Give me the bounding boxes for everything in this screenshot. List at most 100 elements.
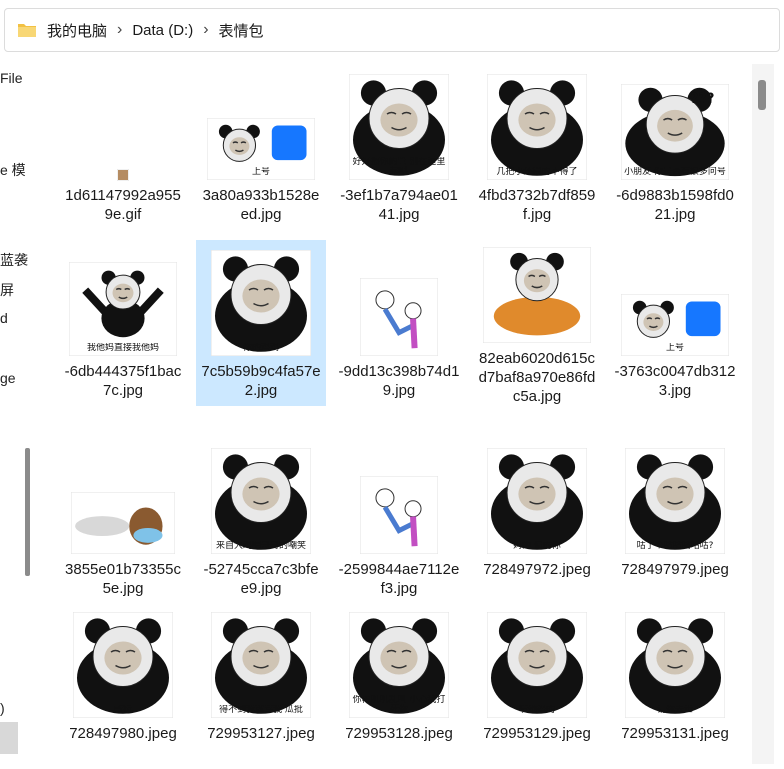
- file-name: 1d61147992a9559e.gif: [65, 187, 181, 223]
- file-name: 729953128.jpeg: [345, 725, 453, 742]
- file-name: 3855e01b73355c5e.jpg: [65, 561, 181, 597]
- image-thumbnail: 妈的 惯的你: [486, 447, 588, 555]
- image-thumbnail: 咕了个咕咕咕咕咕?: [624, 447, 726, 555]
- file-name: -2599844ae7112ef3.jpg: [338, 561, 460, 597]
- file-item[interactable]: 来自大鸡吧哥哥的嘲笑 -52745cca7c3bfee9.jpg: [196, 438, 326, 604]
- file-item[interactable]: -2599844ae7112ef3.jpg: [334, 438, 464, 604]
- thumbnail-frame: 好好擦你的管 别在这里起哄: [334, 64, 464, 181]
- thumbnail-frame: 几把小还拽的不得了: [472, 64, 602, 181]
- thumbnail-caption: 几把小还拽的不得了: [496, 167, 578, 177]
- thumbnail-frame: [58, 438, 188, 555]
- thumbnail-image: [486, 611, 588, 719]
- file-name: -6db444375f1bac7c.jpg: [64, 363, 182, 399]
- thumbnail-frame: 上号: [610, 240, 740, 357]
- file-name: 729953131.jpeg: [621, 725, 729, 742]
- image-thumbnail: 上号: [206, 117, 316, 181]
- file-item[interactable]: 3855e01b73355c5e.jpg: [58, 438, 188, 604]
- breadcrumb-current-folder[interactable]: 表情包: [219, 20, 264, 41]
- file-item[interactable]: 上号 -3763c0047db3123.jpg: [610, 240, 740, 406]
- thumbnail-image: [210, 611, 312, 719]
- thumbnail-image: [116, 168, 130, 182]
- file-name: -3ef1b7a794ae0141.jpg: [340, 187, 458, 223]
- thumbnail-frame: [334, 438, 464, 555]
- file-item[interactable]: 上号 3a80a933b1528eed.jpg: [196, 64, 326, 230]
- vertical-scrollbar[interactable]: [752, 64, 774, 764]
- thumbnail-caption: 咕了个咕咕咕咕咕?: [636, 541, 714, 551]
- nav-item-label[interactable]: d: [0, 310, 8, 326]
- nav-item-label[interactable]: ge: [0, 370, 16, 386]
- nav-item-label[interactable]: 屏: [0, 280, 14, 300]
- file-item[interactable]: 你再叽叽乱叫 小心我打死你 729953128.jpeg: [334, 602, 464, 768]
- chevron-right-icon[interactable]: ›: [203, 21, 208, 39]
- file-item[interactable]: 1d61147992a9559e.gif: [58, 64, 188, 230]
- thumbnail-caption: 你的鸡鸡: [242, 343, 279, 353]
- file-item[interactable]: 咕了个咕咕咕咕咕? 728497979.jpeg: [610, 438, 740, 604]
- thumbnail-image: [70, 491, 176, 555]
- file-item[interactable]: 几把小还拽的不得了 4fbd3732b7df859f.jpg: [472, 64, 602, 230]
- file-item[interactable]: 得不到我就骂我 瓜批 729953127.jpeg: [196, 602, 326, 768]
- file-item[interactable]: 请你去世 729953131.jpeg: [610, 602, 740, 768]
- thumbnail-image: ???: [620, 83, 730, 181]
- thumbnail-frame: 敷衍: [58, 602, 188, 719]
- file-name: 728497979.jpeg: [621, 561, 729, 578]
- nav-item-label[interactable]: ): [0, 700, 5, 716]
- thumbnail-caption: 妈的 惯的你: [513, 541, 561, 551]
- file-name: 3a80a933b1528eed.jpg: [202, 187, 320, 223]
- file-item[interactable]: 我他妈直接我他妈 -6db444375f1bac7c.jpg: [58, 240, 188, 406]
- nav-item-label[interactable]: e 模: [0, 160, 26, 180]
- thumbnail-frame: [58, 64, 188, 182]
- scrollbar-thumb[interactable]: [758, 80, 766, 110]
- thumbnail-image: [486, 447, 588, 555]
- thumbnail-caption: 小朋友 你是否有很多问号: [624, 167, 726, 177]
- image-thumbnail: 你的鸡鸡: [210, 249, 312, 357]
- nav-item-label[interactable]: File: [0, 70, 23, 86]
- thumbnail-frame: 你再叽叽乱叫 小心我打死你: [334, 602, 464, 719]
- file-item[interactable]: ??? 小朋友 你是否有很多问号 -6d9883b1598fd021.jpg: [610, 64, 740, 230]
- address-bar[interactable]: 我的电脑 › Data (D:) › 表情包: [4, 8, 780, 52]
- thumbnail-frame: 咦他妈的: [472, 602, 602, 719]
- thumbnail-caption: 我他妈直接我他妈: [86, 343, 159, 353]
- breadcrumb-data-drive[interactable]: Data (D:): [132, 22, 193, 39]
- file-item[interactable]: 你的鸡鸡 7c5b59b9c4fa57e2.jpg: [196, 240, 326, 406]
- image-thumbnail: 来自大鸡吧哥哥的嘲笑: [210, 447, 312, 555]
- image-thumbnail: 敷衍: [72, 611, 174, 719]
- nav-pane-scrollbar[interactable]: [25, 448, 30, 576]
- thumbnail-image: [359, 475, 439, 555]
- thumbnail-image: [482, 246, 592, 344]
- thumbnail-image: [210, 249, 312, 357]
- file-item[interactable]: 咦他妈的 729953129.jpeg: [472, 602, 602, 768]
- image-thumbnail: [116, 168, 130, 182]
- image-thumbnail: 几把小还拽的不得了: [486, 73, 588, 181]
- thumbnail-frame: ??? 小朋友 你是否有很多问号: [610, 64, 740, 181]
- breadcrumb-my-computer[interactable]: 我的电脑: [47, 20, 107, 41]
- thumbnail-frame: 来自大鸡吧哥哥的嘲笑: [196, 438, 326, 555]
- file-name: -9dd13c398b74d19.jpg: [338, 363, 460, 399]
- file-item[interactable]: 敷衍 728497980.jpeg: [58, 602, 188, 768]
- file-name: -3763c0047db3123.jpg: [614, 363, 736, 399]
- image-thumbnail: [359, 475, 439, 555]
- file-item[interactable]: 妈的 惯的你 728497972.jpeg: [472, 438, 602, 604]
- image-thumbnail: 得不到我就骂我 瓜批: [210, 611, 312, 719]
- image-thumbnail: 好好擦你的管 别在这里起哄: [348, 73, 450, 181]
- thumbnail-caption: 上号: [251, 167, 270, 177]
- nav-pane-footer: [0, 722, 18, 754]
- file-name: 7c5b59b9c4fa57e2.jpg: [201, 363, 321, 399]
- thumbnail-image: [486, 73, 588, 181]
- file-grid: 1d61147992a9559e.gif 上号 3a80a933b1528eed.j…: [58, 64, 748, 769]
- thumbnail-caption: 来自大鸡吧哥哥的嘲笑: [215, 541, 306, 551]
- thumbnail-caption: 请你去世: [656, 705, 693, 715]
- thumbnail-image: [68, 261, 178, 357]
- nav-item-label[interactable]: 蓝袭: [0, 250, 28, 270]
- file-item[interactable]: 82eab6020d615cd7baf8a970e86fdc5a.jpg: [472, 240, 602, 406]
- thumbnail-image: [72, 611, 174, 719]
- image-thumbnail: ??? 小朋友 你是否有很多问号: [620, 83, 730, 181]
- image-thumbnail: [70, 491, 176, 555]
- file-item[interactable]: -9dd13c398b74d19.jpg: [334, 240, 464, 406]
- file-name: 729953129.jpeg: [483, 725, 591, 742]
- file-name: -6d9883b1598fd021.jpg: [616, 187, 734, 223]
- thumbnail-caption: 咦他妈的: [518, 705, 555, 715]
- chevron-right-icon[interactable]: ›: [117, 21, 122, 39]
- file-item[interactable]: 好好擦你的管 别在这里起哄 -3ef1b7a794ae0141.jpg: [334, 64, 464, 230]
- thumbnail-caption: 得不到我就骂我 瓜批: [219, 705, 303, 715]
- thumbnail-frame: 咕了个咕咕咕咕咕?: [610, 438, 740, 555]
